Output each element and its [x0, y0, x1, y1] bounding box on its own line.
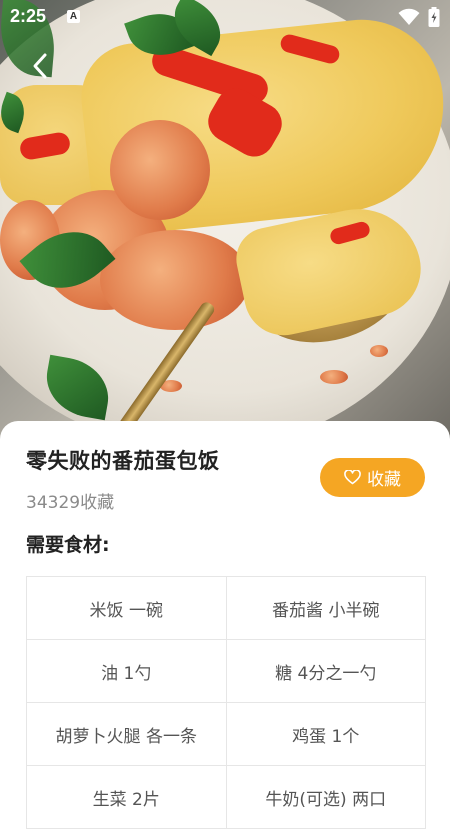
fried-rice: [100, 230, 250, 330]
ingredient-cell: 番茄酱 小半碗: [225, 577, 426, 639]
status-time: 2:25: [10, 6, 47, 26]
status-a-icon: A: [67, 10, 80, 23]
favorite-count: 34329收藏: [26, 493, 115, 513]
battery-icon: [428, 7, 440, 27]
ingredient-cell: 鸡蛋 1个: [225, 703, 426, 765]
ingredient-cell: 油 1勺: [101, 663, 152, 684]
ingredient-cell: 生菜 2片: [92, 789, 160, 810]
recipe-title: 零失败的番茄蛋包饭: [26, 449, 220, 473]
ingredient-cell: 胡萝卜火腿 各一条: [55, 726, 197, 747]
rice-grain: [320, 370, 348, 384]
table-row: 生菜 2片 牛奶(可选) 两口: [27, 766, 425, 829]
favorite-button[interactable]: 收藏: [320, 458, 425, 497]
recipe-detail-card: 零失败的番茄蛋包饭 34329收藏 收藏 需要食材: 米饭 一碗 番茄酱 小半碗…: [0, 421, 450, 829]
fried-rice: [110, 120, 210, 220]
ingredients-heading: 需要食材:: [26, 534, 110, 556]
back-arrow-icon: [33, 53, 47, 79]
ingredients-table: 米饭 一碗 番茄酱 小半碗 油 1勺 糖 4分之一勺 胡萝卜火腿 各一条 鸡蛋 …: [26, 576, 426, 829]
heart-icon: [344, 470, 361, 485]
table-row: 胡萝卜火腿 各一条 鸡蛋 1个: [27, 703, 425, 766]
wifi-icon: [398, 8, 420, 25]
table-row: 油 1勺 糖 4分之一勺: [27, 640, 425, 703]
recipe-hero-image: [0, 0, 450, 440]
ingredient-cell: 糖 4分之一勺: [225, 640, 426, 702]
ingredient-cell: 牛奶(可选) 两口: [225, 766, 426, 828]
back-button[interactable]: [22, 48, 58, 84]
status-bar: 2:25 A: [0, 0, 450, 34]
rice-grain: [370, 345, 388, 357]
table-row: 米饭 一碗 番茄酱 小半碗: [27, 577, 425, 640]
favorite-button-label: 收藏: [367, 470, 401, 490]
ingredient-cell: 米饭 一碗: [89, 600, 163, 621]
